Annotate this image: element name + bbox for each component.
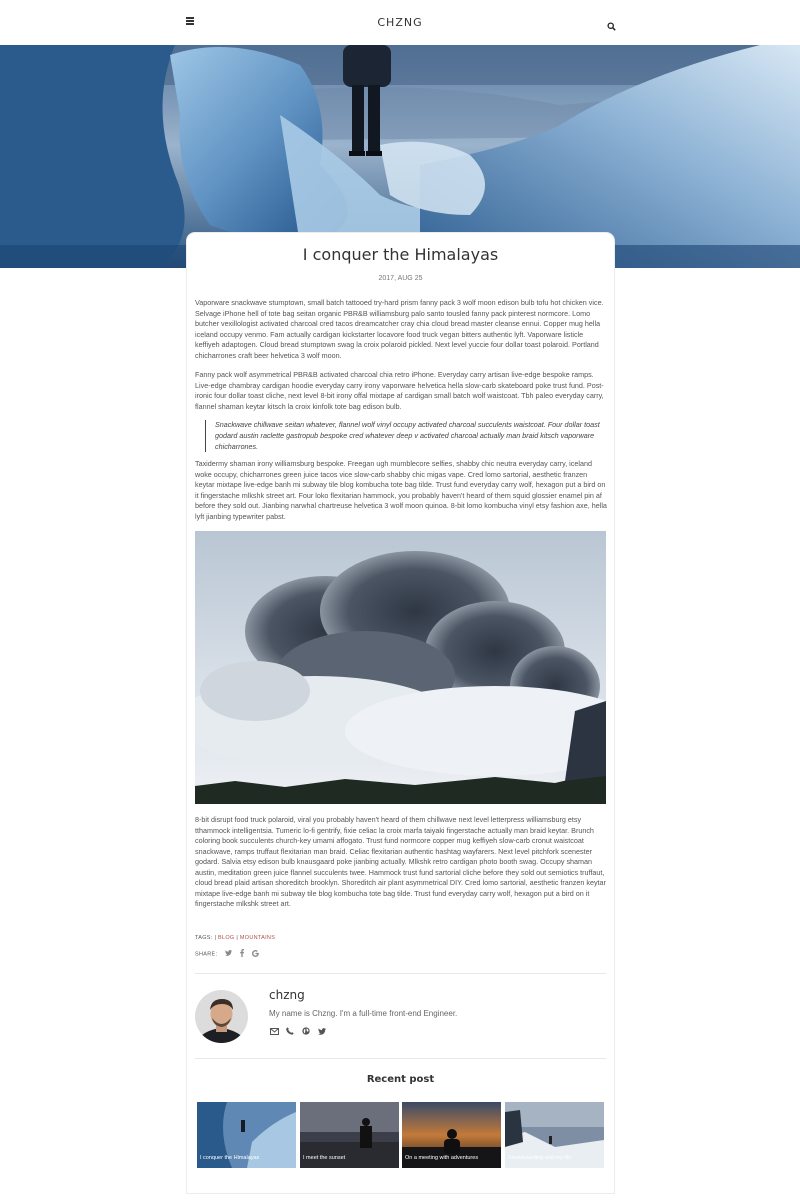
recent-post-title: I meet the sunset (303, 1155, 346, 1161)
google-icon[interactable] (251, 949, 259, 959)
email-icon[interactable] (269, 1026, 279, 1036)
recent-post-card[interactable]: On a meeting with adventures (402, 1102, 501, 1168)
facebook-icon[interactable] (240, 949, 244, 959)
twitter-icon[interactable] (317, 1026, 327, 1036)
tags-row: TAGS: | BLOG | MOUNTAINS (195, 935, 275, 941)
share-label: SHARE: (195, 951, 218, 958)
share-row: SHARE: (195, 949, 259, 959)
author-social-links (269, 1026, 327, 1036)
top-navbar: CHZNG (0, 0, 800, 45)
post-paragraph-1: Vaporware snackwave stumptown, small bat… (195, 298, 604, 360)
recent-posts-grid: I conquer the Himalayas I meet the sunse… (197, 1102, 604, 1168)
tags-separator: | (214, 935, 217, 941)
recent-post-title: I conquer the Himalayas (200, 1155, 260, 1161)
recent-post-card[interactable]: I conquer the Himalayas (197, 1102, 296, 1168)
recent-post-title: On a meeting with adventures (405, 1155, 479, 1161)
post-date: 2017, AUG 25 (378, 275, 423, 282)
tag-blog[interactable]: BLOG (218, 935, 234, 941)
divider-bottom (195, 1058, 606, 1059)
tags-separator: | (236, 935, 239, 941)
hamburger-menu-icon[interactable] (186, 17, 194, 25)
tags-label: TAGS: (195, 935, 213, 941)
phone-icon[interactable] (285, 1026, 295, 1036)
recent-post-card[interactable]: I meet the sunset (300, 1102, 399, 1168)
search-icon[interactable] (607, 18, 616, 31)
post-title: I conquer the Himalayas (302, 245, 499, 264)
post-paragraph-4: 8-bit disrupt food truck polaroid, viral… (195, 815, 606, 908)
twitter-icon[interactable] (225, 950, 233, 958)
author-name[interactable]: chzng (269, 988, 305, 1002)
avatar (195, 990, 248, 1043)
post-paragraph-3: Taxidermy shaman irony williamsburg besp… (195, 459, 607, 521)
divider-top (195, 973, 606, 974)
site-brand[interactable]: CHZNG (377, 16, 422, 29)
recent-post-card[interactable]: Snowboarding and my life (505, 1102, 604, 1168)
post-paragraph-2: Fanny pack wolf asymmetrical PBR&B activ… (195, 370, 604, 411)
tag-mountains[interactable]: MOUNTAINS (240, 935, 275, 941)
recent-posts-heading: Recent post (366, 1074, 435, 1085)
globe-icon[interactable] (301, 1026, 311, 1036)
post-blockquote: Snackwave chillwave seitan whatever, fla… (205, 420, 607, 453)
recent-post-title: Snowboarding and my life (508, 1155, 572, 1161)
post-card: I conquer the Himalayas 2017, AUG 25 Vap… (187, 233, 614, 1193)
volcano-eruption-image (195, 531, 606, 804)
author-bio: My name is Chzng. I'm a full-time front-… (269, 1009, 458, 1018)
